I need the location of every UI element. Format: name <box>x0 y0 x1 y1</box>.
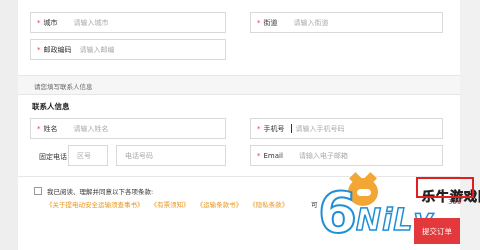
agreement-tail: 可 <box>311 201 318 209</box>
city-field[interactable]: * 城市 请输入城市 <box>30 12 226 33</box>
submit-order-button[interactable]: 提交订单 <box>414 218 460 244</box>
landline-label: 固定电话 <box>39 153 67 161</box>
email-field[interactable]: * Email 请输入电子邮箱 <box>250 145 443 166</box>
name-placeholder: 请输入姓名 <box>73 124 109 133</box>
terms-link-transport[interactable]: 《关于提电动安全运输须查事书》 <box>46 201 144 209</box>
email-placeholder: 请输入电子邮箱 <box>298 151 348 160</box>
agreement-row: 我已阅读、理解并同意以下各项条款: <box>34 186 153 196</box>
email-label: Email <box>263 151 283 160</box>
street-field[interactable]: * 街道 请输入街道 <box>250 12 443 33</box>
name-field[interactable]: * 姓名 请输入姓名 <box>30 118 226 139</box>
mobile-placeholder: 请输入手机号码 <box>295 124 345 133</box>
phone-number-field[interactable]: 电话号码 <box>116 145 226 166</box>
postcode-field[interactable]: * 邮政编码 请输入邮编 <box>30 39 226 60</box>
phone-number-placeholder: 电话号码 <box>125 151 153 160</box>
postcode-label: 邮政编码 <box>43 45 72 54</box>
terms-link-ticket[interactable]: 《有票须知》 <box>151 201 190 209</box>
agreement-links: 《关于提电动安全运输须查事书》 《有票须知》 《运输条款书》 《隐私条款》 <box>46 199 293 209</box>
city-placeholder: 请输入城市 <box>73 18 109 27</box>
terms-link-privacy[interactable]: 《隐私条款》 <box>249 201 288 209</box>
watermark-digit: 6 <box>317 181 358 246</box>
name-label: 姓名 <box>43 124 58 133</box>
highlight-box <box>416 177 474 198</box>
text-cursor <box>290 124 292 133</box>
mobile-field[interactable]: * 手机号 请输入手机号码 <box>250 118 443 139</box>
street-placeholder: 请输入街道 <box>293 18 329 27</box>
contact-section-title: 联系人信息 <box>32 102 70 111</box>
area-code-placeholder: 区号 <box>77 151 91 160</box>
agreement-text: 我已阅读、理解并同意以下各项条款: <box>47 188 154 196</box>
street-label: 街道 <box>263 18 278 27</box>
area-code-field[interactable]: 区号 <box>68 145 108 166</box>
mobile-label: 手机号 <box>263 124 285 133</box>
postcode-placeholder: 请输入邮编 <box>79 45 115 54</box>
watermark-number: 333 <box>448 198 462 206</box>
city-label: 城市 <box>43 18 58 27</box>
section-divider <box>18 94 460 95</box>
left-background <box>0 0 18 250</box>
terms-link-carriage[interactable]: 《运输条款书》 <box>197 201 243 209</box>
agree-checkbox[interactable] <box>34 187 42 195</box>
contact-hint: 请您填写联系人信息 <box>18 76 460 94</box>
